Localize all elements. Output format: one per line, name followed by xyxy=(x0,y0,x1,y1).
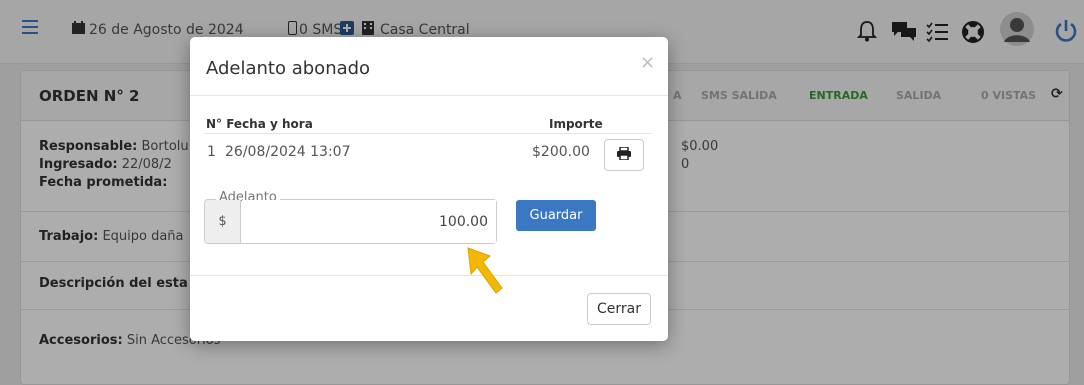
row-number: 1 xyxy=(207,144,216,160)
print-icon xyxy=(617,145,631,164)
row-date: 26/08/2024 13:07 xyxy=(225,144,351,160)
modal-header-divider xyxy=(190,95,668,96)
currency-addon: $ xyxy=(205,200,241,243)
close-button[interactable]: Cerrar xyxy=(587,293,651,325)
modal-title: Adelanto abonado xyxy=(206,58,371,79)
save-button[interactable]: Guardar xyxy=(516,200,596,231)
table-header-divider xyxy=(204,133,652,134)
close-icon[interactable]: × xyxy=(640,52,655,73)
column-header-importe: Importe xyxy=(549,117,603,131)
modal-footer-divider xyxy=(190,275,668,276)
row-amount: $200.00 xyxy=(532,144,590,160)
column-header-fecha: N° Fecha y hora xyxy=(206,117,313,131)
pointer-arrow-icon xyxy=(466,246,506,300)
print-button[interactable] xyxy=(604,139,644,171)
adelanto-modal: Adelanto abonado × N° Fecha y hora Impor… xyxy=(190,37,668,341)
adelanto-amount-input[interactable] xyxy=(242,200,496,243)
